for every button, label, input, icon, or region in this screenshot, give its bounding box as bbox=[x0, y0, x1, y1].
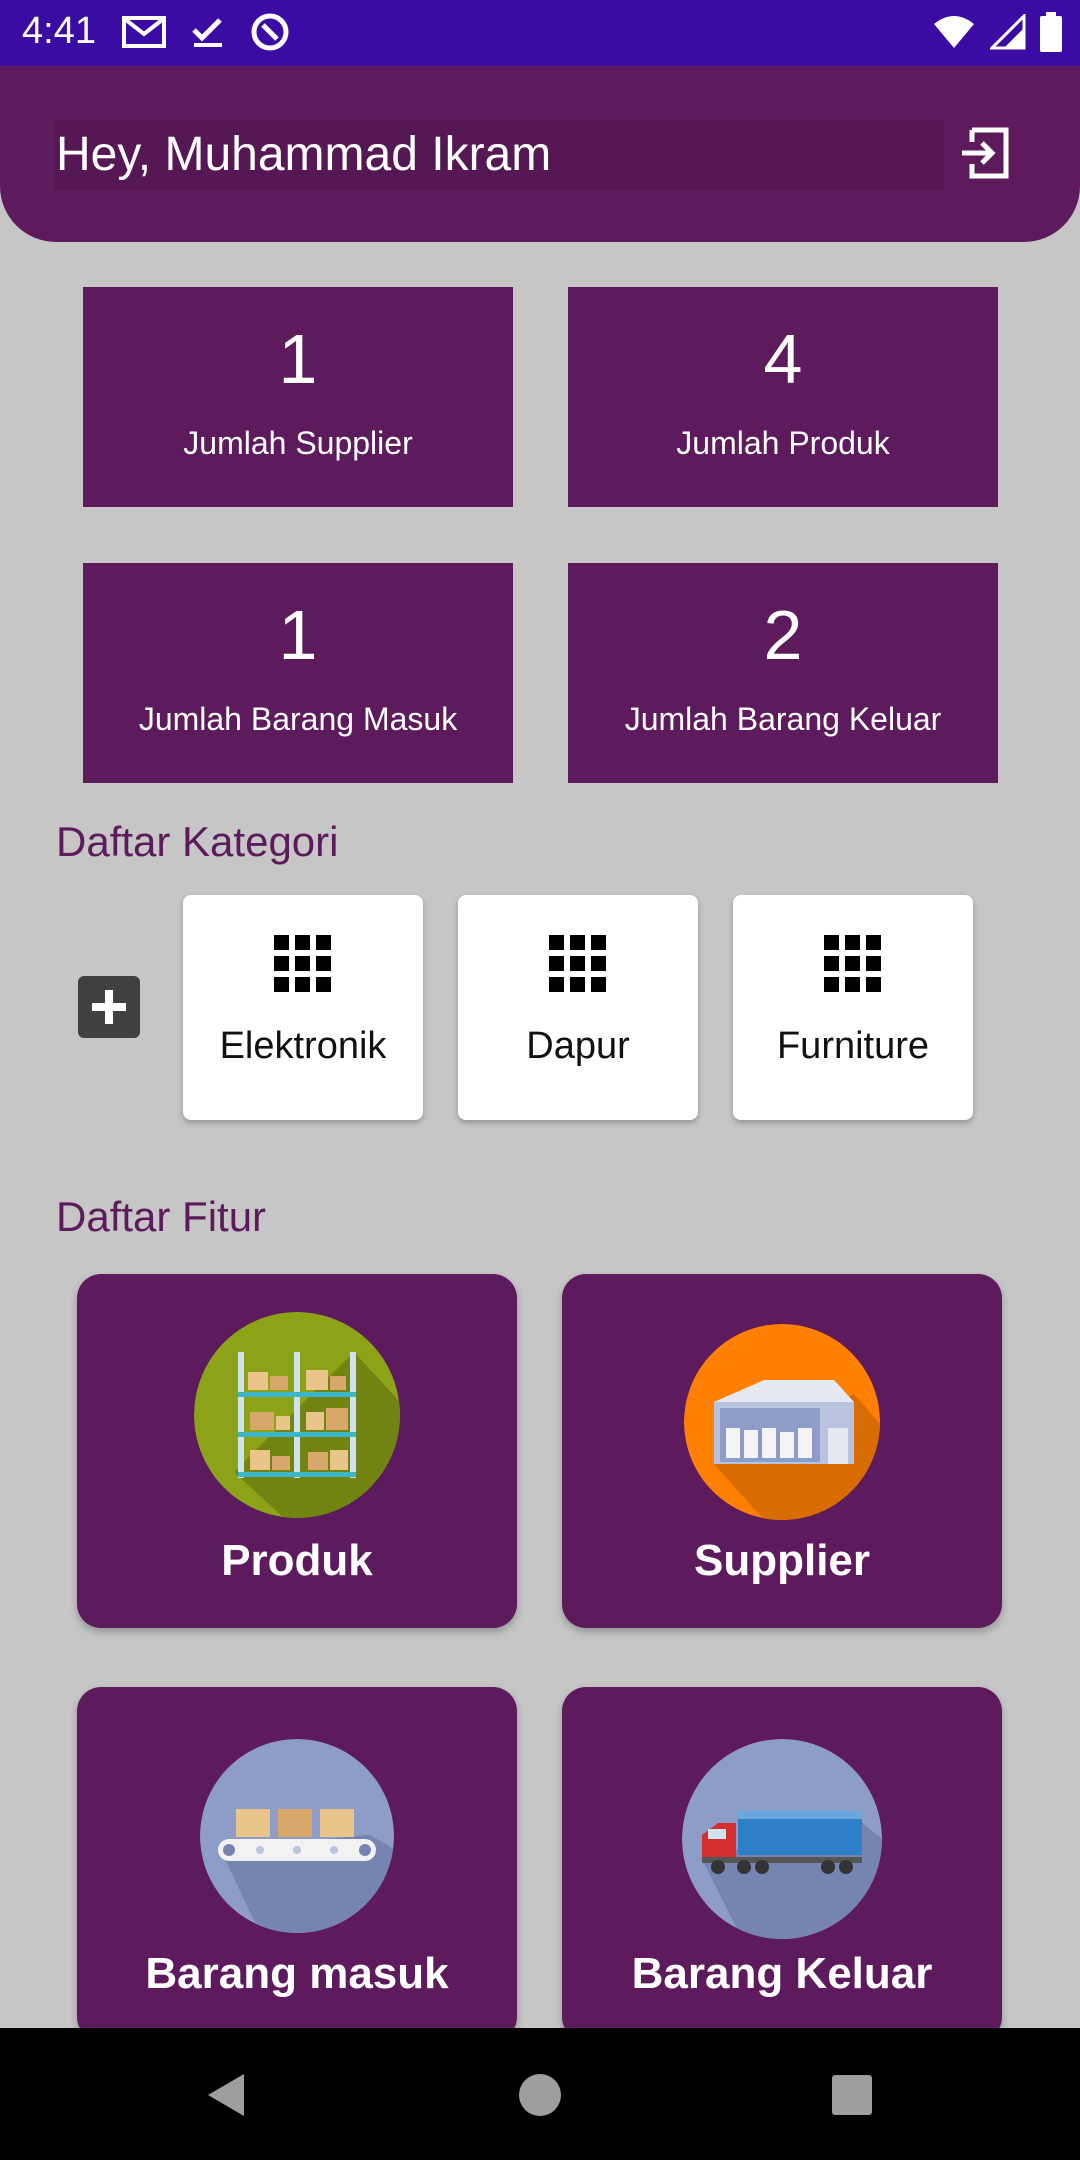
conveyor-belt-icon bbox=[200, 1739, 394, 1933]
feature-card-barang-keluar[interactable]: Barang Keluar bbox=[562, 1687, 1002, 2041]
feature-label: Supplier bbox=[693, 1536, 871, 1585]
grid-icon bbox=[824, 935, 882, 993]
feature-card-barang-masuk[interactable]: Barang masuk bbox=[77, 1687, 517, 2041]
stat-label: Jumlah Produk bbox=[676, 425, 890, 461]
truck-icon bbox=[682, 1739, 882, 1939]
gmail-icon bbox=[122, 14, 166, 55]
category-section-title: Daftar Kategori bbox=[56, 818, 339, 865]
feature-label: Produk bbox=[221, 1536, 373, 1585]
category-label: Elektronik bbox=[219, 1025, 387, 1067]
stat-label: Jumlah Barang Keluar bbox=[624, 701, 942, 737]
stat-value: 1 bbox=[278, 320, 318, 398]
category-card-furniture[interactable]: Furniture bbox=[733, 895, 973, 1120]
greeting-text: Hey, Muhammad Ikram bbox=[54, 120, 944, 190]
recents-icon[interactable] bbox=[830, 2072, 874, 2123]
warehouse-building-icon bbox=[684, 1324, 880, 1520]
feature-label: Barang Keluar bbox=[631, 1949, 933, 1998]
stat-value: 1 bbox=[278, 596, 318, 674]
at-sign-icon bbox=[250, 12, 290, 57]
grid-icon bbox=[274, 935, 332, 993]
stat-card-supplier: 1 Jumlah Supplier bbox=[83, 287, 513, 507]
wifi-icon bbox=[932, 14, 976, 55]
feature-section-title: Daftar Fitur bbox=[56, 1193, 267, 1240]
plus-icon bbox=[92, 990, 126, 1024]
battery-icon bbox=[1040, 12, 1062, 57]
status-bar: 4:41 bbox=[0, 0, 1080, 66]
home-icon[interactable] bbox=[518, 2072, 562, 2123]
stat-card-barang-keluar: 2 Jumlah Barang Keluar bbox=[568, 563, 998, 783]
system-nav-bar bbox=[0, 2028, 1080, 2160]
add-category-button[interactable] bbox=[78, 976, 140, 1038]
warehouse-shelf-icon bbox=[194, 1312, 400, 1518]
stat-value: 4 bbox=[763, 320, 803, 398]
feature-card-produk[interactable]: Produk bbox=[77, 1274, 517, 1628]
grid-icon bbox=[549, 935, 607, 993]
stat-value: 2 bbox=[763, 596, 803, 674]
stat-card-produk: 4 Jumlah Produk bbox=[568, 287, 998, 507]
check-icon bbox=[190, 14, 226, 55]
back-icon[interactable] bbox=[204, 2072, 248, 2123]
feature-card-supplier[interactable]: Supplier bbox=[562, 1274, 1002, 1628]
category-label: Dapur bbox=[526, 1025, 630, 1067]
category-card-dapur[interactable]: Dapur bbox=[458, 895, 698, 1120]
category-label: Furniture bbox=[776, 1025, 930, 1067]
signal-icon bbox=[988, 12, 1026, 55]
stat-label: Jumlah Barang Masuk bbox=[138, 701, 458, 737]
category-card-elektronik[interactable]: Elektronik bbox=[183, 895, 423, 1120]
stat-label: Jumlah Supplier bbox=[183, 425, 413, 461]
feature-label: Barang masuk bbox=[145, 1949, 449, 1998]
logout-icon[interactable] bbox=[958, 126, 1012, 180]
app-header: Hey, Muhammad Ikram bbox=[0, 66, 1080, 242]
stat-card-barang-masuk: 1 Jumlah Barang Masuk bbox=[83, 563, 513, 783]
status-time: 4:41 bbox=[22, 10, 96, 52]
